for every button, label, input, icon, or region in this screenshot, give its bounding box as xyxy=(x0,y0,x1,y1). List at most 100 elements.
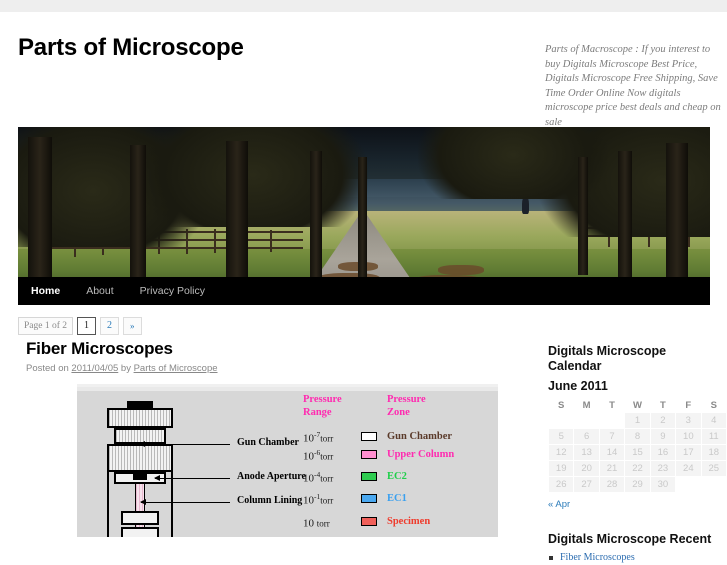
calendar-day[interactable]: 21 xyxy=(599,461,625,476)
pressure-zone-name: EC1 xyxy=(387,493,407,504)
calendar-day[interactable]: 16 xyxy=(650,445,676,460)
calendar-day[interactable]: 19 xyxy=(549,461,574,476)
calendar-caption: June 2011 xyxy=(548,379,608,393)
calendar-body: 1 2 3 4 5 6 7 8 9 10 11 12 13 14 15 16 1… xyxy=(549,413,726,492)
list-item[interactable]: Fiber Microscopes xyxy=(548,551,727,565)
pressure-zone-swatch xyxy=(361,432,377,441)
calendar-prev-month-link[interactable]: « Apr xyxy=(548,499,570,510)
nav-item-privacy-policy[interactable]: Privacy Policy xyxy=(127,277,218,305)
pressure-zone-name: EC2 xyxy=(387,471,407,482)
calendar-weekday: M xyxy=(582,399,591,411)
primary-navigation[interactable]: Home About Privacy Policy xyxy=(18,277,710,305)
calendar-day[interactable]: 5 xyxy=(549,429,574,444)
pressure-range-unit: torr xyxy=(320,451,334,462)
banner-fence-post xyxy=(214,229,216,253)
calendar-day[interactable]: 12 xyxy=(549,445,574,460)
pressure-zone-name: Upper Column xyxy=(387,449,455,460)
recent-posts-widget: Digitals Microscope Recent Fiber Microsc… xyxy=(548,532,727,565)
site-header: Parts of Microscope Parts of Macroscope … xyxy=(0,12,727,128)
column-wall-right xyxy=(171,472,173,537)
calendar-head: S M T W T F S xyxy=(549,398,726,412)
nav-item-home[interactable]: Home xyxy=(18,277,73,305)
pressure-range-unit: torr xyxy=(316,518,330,529)
pressure-range-unit: torr xyxy=(320,473,334,484)
pagination-page-1[interactable]: 1 xyxy=(77,317,97,335)
calendar-day[interactable]: 26 xyxy=(549,477,574,492)
post-date-link[interactable]: 2011/04/05 xyxy=(71,363,118,374)
calendar-day[interactable]: 13 xyxy=(574,445,599,460)
pressure-zone-swatch xyxy=(361,450,377,459)
nav-link-home[interactable]: Home xyxy=(18,277,73,305)
calendar-weekday: S xyxy=(710,399,717,411)
calendar-day[interactable]: 1 xyxy=(625,413,650,428)
nav-link-about[interactable]: About xyxy=(73,277,126,305)
calendar-day[interactable]: 27 xyxy=(574,477,599,492)
calendar-day[interactable]: 15 xyxy=(625,445,650,460)
calendar-day[interactable]: 18 xyxy=(701,445,726,460)
calendar-day[interactable]: 6 xyxy=(574,429,599,444)
pressure-range-heading: Pressure Range xyxy=(303,393,342,419)
pagination-page-2[interactable]: 2 xyxy=(100,317,120,335)
calendar-day[interactable]: 22 xyxy=(625,461,650,476)
anode-aperture-arrow xyxy=(154,475,230,481)
post-figure-microscope-pressure-diagram[interactable]: Gun Chamber Anode Aperture Column Lining… xyxy=(77,384,498,537)
pagination-next-button[interactable]: » xyxy=(123,317,142,335)
pressure-zone-heading-line2: Zone xyxy=(387,407,410,418)
nav-list: Home About Privacy Policy xyxy=(18,277,710,305)
banner-tree-trunk xyxy=(28,137,52,289)
calendar-day[interactable]: 29 xyxy=(625,477,650,492)
calendar-day[interactable]: 17 xyxy=(676,445,701,460)
banner-fence-post xyxy=(270,230,272,252)
banner-fence-rail xyxy=(38,247,303,249)
post-title[interactable]: Fiber Microscopes xyxy=(26,339,518,359)
pressure-range-base: 10 xyxy=(303,494,314,507)
calendar-day[interactable]: 9 xyxy=(650,429,676,444)
calendar-day[interactable]: 4 xyxy=(701,413,726,428)
pressure-zone-swatch xyxy=(361,472,377,481)
pressure-range-heading-line1: Pressure xyxy=(303,394,342,405)
calendar-day[interactable]: 30 xyxy=(650,477,676,492)
pressure-range-base: 10 xyxy=(303,517,314,530)
calendar-day[interactable]: 28 xyxy=(599,477,625,492)
calendar-day[interactable]: 7 xyxy=(599,429,625,444)
calendar-day[interactable]: 10 xyxy=(676,429,701,444)
banner-tree-canopy xyxy=(138,127,368,227)
lens-lower xyxy=(121,527,159,537)
gun-chamber-lower xyxy=(107,444,173,472)
pressure-zone-name: Specimen xyxy=(387,516,431,527)
pressure-range-base: 10 xyxy=(303,450,314,463)
post-meta: Posted on 2011/04/05 by Parts of Microsc… xyxy=(26,363,518,374)
nav-item-about[interactable]: About xyxy=(73,277,126,305)
calendar-day[interactable]: 2 xyxy=(650,413,676,428)
calendar-day[interactable]: 24 xyxy=(676,461,701,476)
calendar-week-row: 19 20 21 22 23 24 25 xyxy=(549,461,726,476)
calendar-widget: Digitals Microscope Calendar June 2011 S… xyxy=(548,344,727,510)
site-title[interactable]: Parts of Microscope xyxy=(18,34,244,62)
post-author-link[interactable]: Parts of Microscope xyxy=(134,363,218,374)
calendar-table[interactable]: S M T W T F S 1 2 3 4 5 6 7 8 9 10 11 12… xyxy=(548,397,727,493)
page-wrapper: Parts of Microscope Parts of Macroscope … xyxy=(0,12,727,563)
pressure-range-value: 10-6torr xyxy=(303,448,333,463)
banner-leaf-pile xyxy=(438,265,484,275)
nav-link-privacy-policy[interactable]: Privacy Policy xyxy=(127,277,218,305)
gun-cap xyxy=(127,401,153,408)
calendar-widget-title: Digitals Microscope Calendar xyxy=(548,344,727,374)
calendar-day[interactable]: 14 xyxy=(599,445,625,460)
calendar-day[interactable]: 3 xyxy=(676,413,701,428)
calendar-day-empty xyxy=(574,413,598,428)
calendar-day[interactable]: 23 xyxy=(650,461,676,476)
recent-post-link[interactable]: Fiber Microscopes xyxy=(560,552,635,563)
calendar-widget-title-line1: Digitals Microscope xyxy=(548,344,667,358)
gun-chamber-label: Gun Chamber xyxy=(237,437,299,448)
post-meta-prefix: Posted on xyxy=(26,363,72,374)
gun-chamber-upper xyxy=(107,408,173,428)
calendar-week-row: 5 6 7 8 9 10 11 xyxy=(549,429,726,444)
calendar-day-empty xyxy=(702,477,726,492)
column-lining-label: Column Lining xyxy=(237,495,303,506)
calendar-day[interactable]: 25 xyxy=(701,461,726,476)
calendar-day[interactable]: 8 xyxy=(625,429,650,444)
pagination[interactable]: Page 1 of 2 1 2 » xyxy=(18,317,518,335)
calendar-day[interactable]: 11 xyxy=(701,429,726,444)
calendar-weekday: T xyxy=(659,399,666,411)
calendar-day[interactable]: 20 xyxy=(574,461,599,476)
